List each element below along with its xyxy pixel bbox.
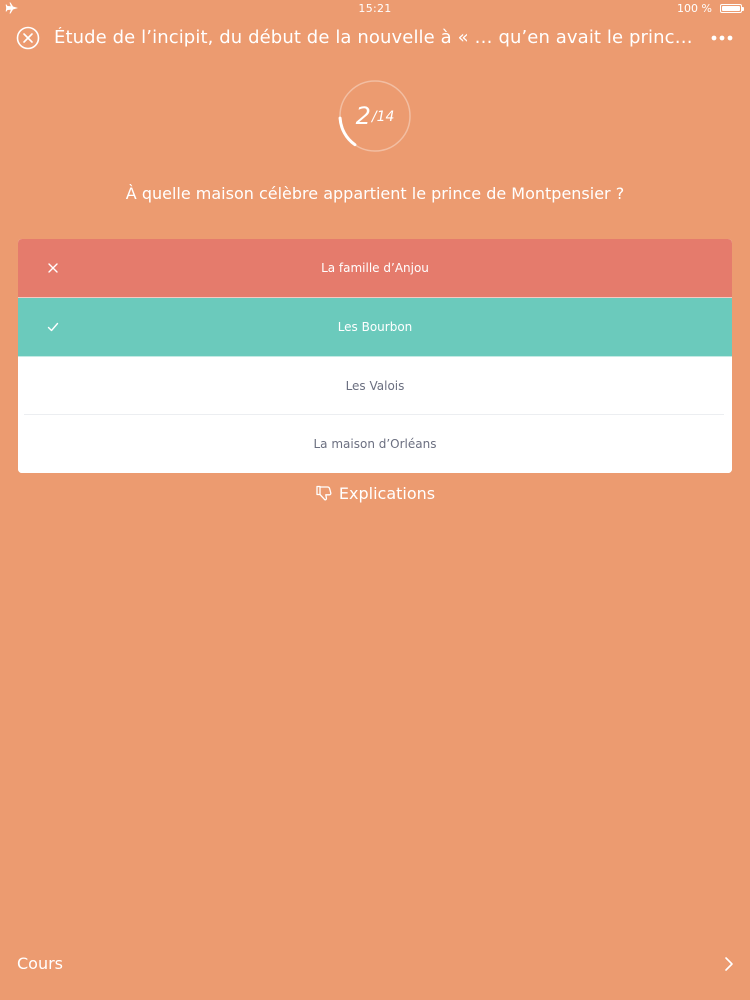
close-icon[interactable]	[16, 26, 40, 50]
battery-percentage: 100 %	[677, 2, 712, 15]
check-icon	[47, 322, 59, 332]
answer-option-wrong[interactable]: La famille d’Anjou	[18, 239, 732, 298]
more-options-icon[interactable]	[710, 27, 734, 49]
nav-bar: Étude de l’incipit, du début de la nouve…	[0, 20, 750, 56]
answer-label: La famille d’Anjou	[321, 261, 429, 275]
status-time: 15:21	[358, 2, 392, 15]
answer-option[interactable]: Les Valois	[18, 357, 732, 415]
chevron-right-icon	[725, 957, 733, 971]
question-progress: 2/14	[337, 78, 413, 154]
answer-label: Les Bourbon	[337, 320, 413, 334]
page-title: Étude de l’incipit, du début de la nouve…	[54, 27, 698, 48]
answer-list: La famille d’Anjou Les Bourbon Les Valoi…	[18, 239, 732, 473]
answer-label: La maison d’Orléans	[313, 437, 437, 451]
cross-icon	[48, 263, 58, 273]
thumbs-down-icon	[316, 485, 332, 501]
answer-label: Les Valois	[345, 379, 405, 393]
progress-current: 2	[355, 102, 371, 130]
question-text: À quelle maison célèbre appartient le pr…	[125, 184, 625, 203]
battery-icon	[720, 4, 744, 13]
explanations-button[interactable]: Explications	[0, 484, 750, 503]
answer-option-correct[interactable]: Les Bourbon	[18, 298, 732, 357]
answer-option[interactable]: La maison d’Orléans	[18, 415, 732, 473]
course-link[interactable]: Cours	[0, 948, 750, 980]
course-label: Cours	[17, 954, 64, 973]
progress-counter: 2/14	[337, 78, 413, 154]
explanations-label: Explications	[338, 484, 436, 503]
status-bar: 15:21 100 %	[0, 0, 750, 18]
progress-total: 14	[376, 109, 395, 125]
